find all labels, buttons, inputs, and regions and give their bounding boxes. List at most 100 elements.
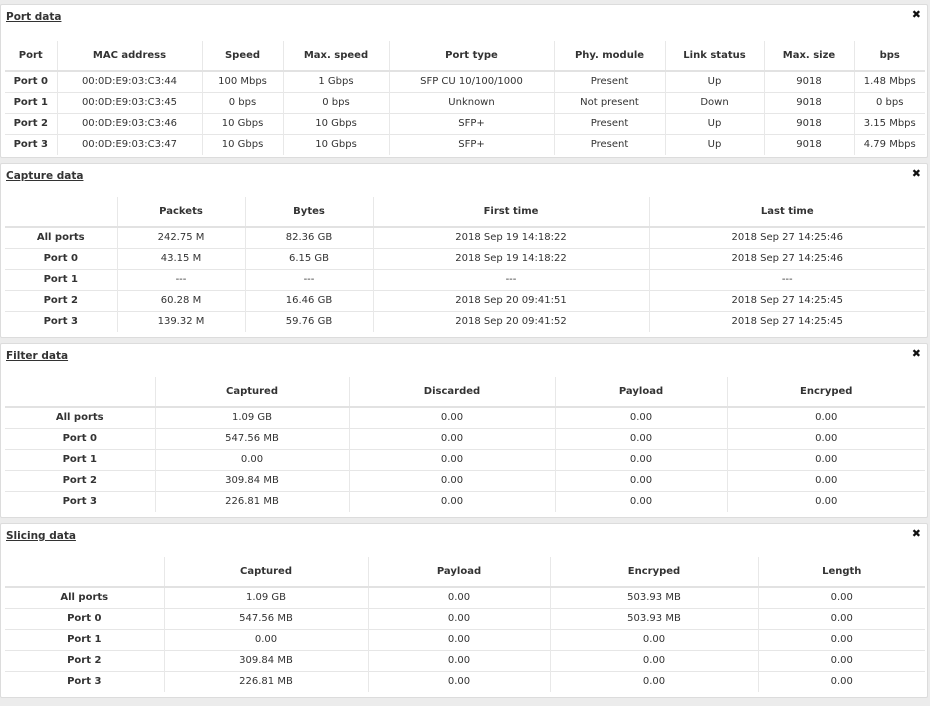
table-cell: 00:0D:E9:03:C3:46 [56,112,202,134]
table-cell: 503.93 MB [549,586,758,608]
capture-data-title[interactable]: Capture data [6,170,83,182]
col-header: Bytes [244,197,373,228]
col-header: Port type [388,41,554,72]
table-cell: 10 Gbps [282,112,389,134]
table-cell: 0.00 [554,406,727,428]
table-cell: 0.00 [549,628,758,650]
row-label: All ports [5,406,155,428]
table-header-row: Packets Bytes First time Last time [5,197,925,228]
table-cell: 0.00 [348,448,555,470]
row-label: Port 2 [5,649,164,671]
close-icon[interactable]: ✖ [912,348,921,359]
table-cell: 2018 Sep 20 09:41:51 [372,289,649,311]
col-header: Encryped [726,377,925,408]
close-icon[interactable]: ✖ [912,168,921,179]
table-cell: 0.00 [554,427,727,449]
table-cell: 0.00 [348,490,555,512]
table-cell: 309.84 MB [163,649,368,671]
row-label: All ports [5,226,117,248]
table-cell: 0.00 [154,448,349,470]
table-cell: 9018 [763,70,854,92]
col-header [5,557,164,588]
filter-data-panel: Filter data ✖ Captured Discarded Payload… [0,343,928,518]
table-cell: --- [116,268,245,290]
col-header: Speed [201,41,283,72]
table-cell: 0.00 [367,607,550,629]
table-cell: 0.00 [348,406,555,428]
table-row: Port 0 547.56 MB 0.00 0.00 0.00 [5,427,925,449]
table-cell: 6.15 GB [244,247,373,269]
col-header: Discarded [348,377,555,408]
table-row: Port 3 226.81 MB 0.00 0.00 0.00 [5,670,925,692]
row-label: Port 2 [5,469,155,491]
table-cell: --- [244,268,373,290]
table-cell: 0.00 [757,628,925,650]
row-label: Port 3 [5,670,164,692]
table-row: Port 2 309.84 MB 0.00 0.00 0.00 [5,649,925,671]
port-data-panel: Port data ✖ Port MAC address Speed Max. … [0,4,928,158]
table-cell: 60.28 M [116,289,245,311]
col-header: Encryped [549,557,758,588]
col-header: MAC address [56,41,202,72]
table-cell: 1.48 Mbps [853,70,925,92]
row-label: Port 1 [5,91,57,113]
slicing-data-title[interactable]: Slicing data [6,530,76,542]
table-cell: 00:0D:E9:03:C3:47 [56,133,202,155]
table-cell: --- [648,268,925,290]
table-cell: 0.00 [757,649,925,671]
table-cell: Up [664,133,764,155]
table-cell: Down [664,91,764,113]
table-cell: 1.09 GB [163,586,368,608]
table-cell: 0.00 [757,586,925,608]
row-label: All ports [5,586,164,608]
table-cell: 00:0D:E9:03:C3:45 [56,91,202,113]
table-cell: 10 Gbps [201,112,283,134]
table-cell: 1.09 GB [154,406,349,428]
table-cell: 2018 Sep 27 14:25:45 [648,289,925,311]
row-label: Port 1 [5,628,164,650]
table-cell: 0.00 [726,427,925,449]
table-cell: 309.84 MB [154,469,349,491]
port-data-title[interactable]: Port data [6,11,61,23]
table-cell: 0 bps [853,91,925,113]
table-cell: 226.81 MB [163,670,368,692]
col-header [5,197,117,228]
table-cell: 0.00 [726,448,925,470]
row-label: Port 1 [5,448,155,470]
close-icon[interactable]: ✖ [912,528,921,539]
col-header: Packets [116,197,245,228]
table-cell: 2018 Sep 19 14:18:22 [372,247,649,269]
table-cell: Not present [553,91,665,113]
slicing-data-panel: Slicing data ✖ Captured Payload Encryped… [0,523,928,698]
table-cell: 0.00 [554,469,727,491]
table-cell: 0.00 [163,628,368,650]
table-cell: 0 bps [201,91,283,113]
table-row: Port 3 226.81 MB 0.00 0.00 0.00 [5,490,925,512]
table-cell: 242.75 M [116,226,245,248]
table-cell: SFP CU 10/100/1000 [388,70,554,92]
row-label: Port 0 [5,247,117,269]
table-row: Port 2 309.84 MB 0.00 0.00 0.00 [5,469,925,491]
table-row: Port 0 547.56 MB 0.00 503.93 MB 0.00 [5,607,925,629]
close-icon[interactable]: ✖ [912,9,921,20]
table-header-row: Captured Payload Encryped Length [5,557,925,588]
table-header-row: Port MAC address Speed Max. speed Port t… [5,41,925,72]
table-row: All ports 1.09 GB 0.00 0.00 0.00 [5,406,925,428]
table-cell: 1 Gbps [282,70,389,92]
table-cell: 9018 [763,133,854,155]
slicing-data-table: Captured Payload Encryped Length All por… [5,557,925,692]
table-cell: 0.00 [726,490,925,512]
col-header: Port [5,41,57,72]
table-row: Port 1 00:0D:E9:03:C3:45 0 bps 0 bps Unk… [5,91,925,113]
table-cell: 0.00 [367,586,550,608]
table-cell: 2018 Sep 27 14:25:46 [648,247,925,269]
col-header: Max. size [763,41,854,72]
col-header [5,377,155,408]
table-row: Port 2 00:0D:E9:03:C3:46 10 Gbps 10 Gbps… [5,112,925,134]
row-label: Port 0 [5,427,155,449]
table-cell: Present [553,112,665,134]
table-cell: 4.79 Mbps [853,133,925,155]
row-label: Port 2 [5,112,57,134]
table-cell: 100 Mbps [201,70,283,92]
filter-data-title[interactable]: Filter data [6,350,68,362]
